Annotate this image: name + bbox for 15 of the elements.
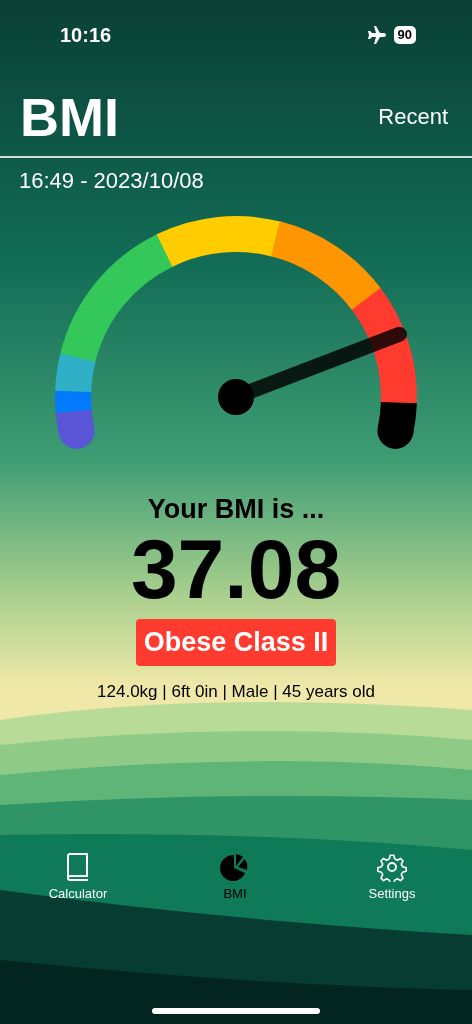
- airplane-icon: [365, 26, 386, 44]
- tab-bar-item[interactable]: Settings: [352, 852, 432, 901]
- profile-details: 124.0kg | 6ft 0in | Male | 45 years old: [97, 682, 375, 702]
- bmi-value: 37.08: [130, 525, 342, 613]
- tab-bar-item[interactable]: BMI: [195, 852, 275, 901]
- category-badge: Obese Class II: [135, 619, 337, 666]
- recent-button[interactable]: Recent: [378, 104, 448, 130]
- page-title: BMI: [20, 86, 119, 148]
- tab-bar-item[interactable]: Calculator: [38, 852, 118, 901]
- result-heading: Your BMI is ...: [147, 494, 325, 525]
- timestamp: 16:49 - 2023/10/08: [18, 167, 204, 194]
- settings-icon: [377, 852, 407, 882]
- status-time: 10:16: [60, 23, 112, 47]
- book-icon: [65, 852, 91, 882]
- pie-chart-icon: [220, 852, 250, 882]
